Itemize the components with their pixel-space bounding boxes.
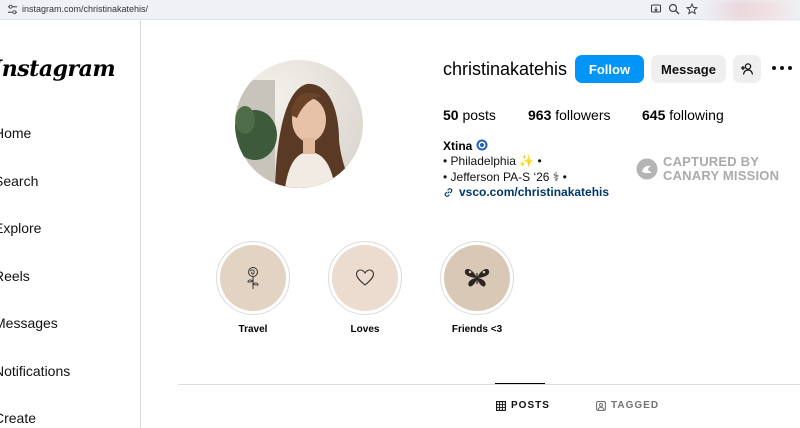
sidebar-item-explore[interactable]: Explore bbox=[0, 220, 41, 236]
highlight-label: Loves bbox=[350, 324, 380, 335]
bio-external-link[interactable]: vsco.com/christinakatehis bbox=[459, 185, 609, 199]
bio-line-1: • Philadelphia ✨ • bbox=[443, 154, 542, 168]
suggest-users-button[interactable] bbox=[733, 55, 761, 83]
evil-eye-icon bbox=[476, 139, 488, 151]
browser-address-bar: instagram.com/christinakatehis/ bbox=[0, 0, 800, 20]
sidebar-item-reels[interactable]: Reels bbox=[0, 268, 30, 284]
sidebar-item-home[interactable]: Home bbox=[0, 125, 31, 141]
tab-posts[interactable]: POSTS bbox=[496, 400, 550, 411]
zoom-icon[interactable] bbox=[668, 3, 680, 15]
active-tab-indicator bbox=[495, 383, 545, 384]
instagram-logo[interactable]: Instagram bbox=[0, 56, 116, 82]
bio-line-2: • Jefferson PA-S ‘26 ⚕ • bbox=[443, 170, 567, 184]
heart-icon bbox=[355, 269, 375, 286]
blurred-toolbar-area bbox=[700, 0, 800, 20]
butterfly-icon bbox=[464, 269, 490, 287]
highlight-travel[interactable]: Travel bbox=[216, 241, 290, 335]
site-info-icon[interactable] bbox=[7, 4, 18, 15]
message-button[interactable]: Message bbox=[651, 55, 726, 83]
highlight-label: Friends <3 bbox=[451, 324, 503, 335]
highlight-friends[interactable]: Friends <3 bbox=[440, 241, 514, 335]
following-count[interactable]: 645 following bbox=[642, 107, 724, 123]
posts-count: 50 posts bbox=[443, 107, 496, 123]
grid-icon bbox=[496, 400, 506, 411]
sidebar-item-messages[interactable]: Messages bbox=[0, 315, 58, 331]
sidebar-item-search[interactable]: Search bbox=[0, 173, 38, 189]
canary-mission-watermark: CAPTURED BY CANARY MISSION bbox=[636, 155, 779, 183]
tab-tagged[interactable]: TAGGED bbox=[596, 400, 659, 411]
more-options-icon[interactable] bbox=[772, 60, 792, 76]
canary-logo-icon bbox=[636, 158, 658, 180]
follow-button[interactable]: Follow bbox=[575, 55, 644, 83]
url-field[interactable]: instagram.com/christinakatehis/ bbox=[22, 4, 148, 14]
tabs-divider bbox=[178, 384, 800, 385]
followers-count[interactable]: 963 followers bbox=[528, 107, 611, 123]
link-icon bbox=[444, 188, 453, 197]
tagged-icon bbox=[596, 400, 606, 411]
sidebar: Instagram Home Search Explore Reels Mess… bbox=[0, 20, 141, 428]
sidebar-item-notifications[interactable]: Notifications bbox=[0, 363, 70, 379]
profile-full-name: Xtina bbox=[443, 139, 473, 153]
sidebar-item-create[interactable]: Create bbox=[0, 410, 36, 426]
bookmark-star-icon[interactable] bbox=[686, 3, 698, 15]
add-user-icon bbox=[741, 63, 754, 75]
profile-username: christinakatehis bbox=[443, 59, 568, 79]
highlight-label: Travel bbox=[238, 324, 268, 335]
rose-icon bbox=[247, 267, 259, 289]
install-app-icon[interactable] bbox=[650, 3, 662, 15]
highlight-loves[interactable]: Loves bbox=[328, 241, 402, 335]
profile-avatar[interactable] bbox=[235, 60, 363, 188]
